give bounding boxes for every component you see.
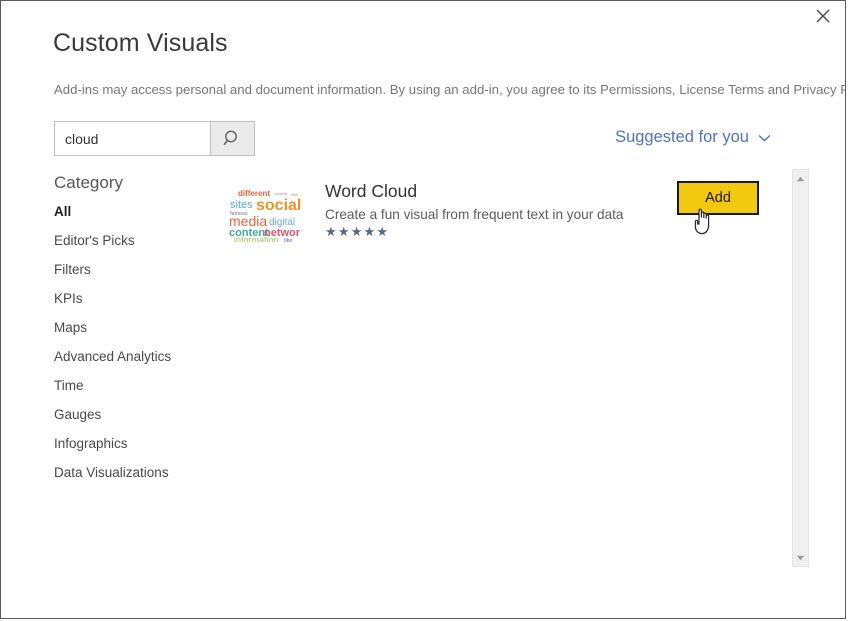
- thumb-word-sites: sites: [230, 199, 253, 211]
- thumb-word-like: like: [284, 238, 293, 242]
- result-title: Word Cloud: [325, 181, 418, 201]
- category-item-all[interactable]: All: [54, 204, 229, 233]
- list-item[interactable]: different content web sites social famou…: [229, 169, 785, 249]
- disclaimer-text: Add-ins may access personal and document…: [54, 82, 846, 97]
- category-item-gauges[interactable]: Gauges: [54, 407, 229, 436]
- add-button[interactable]: Add: [677, 181, 759, 215]
- results-panel: different content web sites social famou…: [229, 169, 785, 567]
- scroll-up-arrow-icon[interactable]: [793, 170, 808, 187]
- word-cloud-image: different content web sites social famou…: [229, 189, 301, 242]
- category-item-infographics[interactable]: Infographics: [54, 436, 229, 465]
- suggested-for-you-dropdown[interactable]: Suggested for you: [615, 128, 771, 147]
- result-description: Create a fun visual from frequent text i…: [325, 207, 624, 222]
- scrollbar-track[interactable]: [793, 187, 808, 549]
- caret-up-glyph: [796, 176, 805, 181]
- rating-stars: ★★★★★: [325, 224, 390, 239]
- caret-down-glyph: [796, 555, 805, 560]
- category-item-maps[interactable]: Maps: [54, 320, 229, 349]
- category-item-filters[interactable]: Filters: [54, 262, 229, 291]
- search-icon: [223, 130, 237, 146]
- close-glyph: [816, 9, 830, 23]
- search-input[interactable]: [55, 122, 210, 155]
- page-title: Custom Visuals: [53, 29, 228, 57]
- suggested-for-you-label: Suggested for you: [615, 128, 749, 146]
- category-item-data-visualizations[interactable]: Data Visualizations: [54, 465, 229, 494]
- thumb-word-content-small: content: [274, 191, 288, 196]
- category-heading: Category: [54, 173, 123, 192]
- thumb-word-information: information: [234, 235, 279, 242]
- scroll-down-arrow-icon[interactable]: [793, 549, 808, 566]
- category-item-advanced-analytics[interactable]: Advanced Analytics: [54, 349, 229, 378]
- chevron-down-icon: [758, 134, 771, 141]
- close-icon[interactable]: [801, 1, 845, 31]
- category-item-editors-picks[interactable]: Editor's Picks: [54, 233, 229, 262]
- category-item-time[interactable]: Time: [54, 378, 229, 407]
- word-cloud-thumbnail: different content web sites social famou…: [229, 187, 307, 242]
- search-button[interactable]: [211, 121, 255, 156]
- search-field-wrapper: [54, 121, 211, 156]
- category-item-kpis[interactable]: KPIs: [54, 291, 229, 320]
- thumb-word-social: social: [256, 197, 301, 214]
- category-list: All Editor's Picks Filters KPIs Maps Adv…: [54, 204, 229, 494]
- results-scrollbar[interactable]: [792, 169, 809, 567]
- custom-visuals-dialog: Custom Visuals Add-ins may access person…: [0, 0, 846, 619]
